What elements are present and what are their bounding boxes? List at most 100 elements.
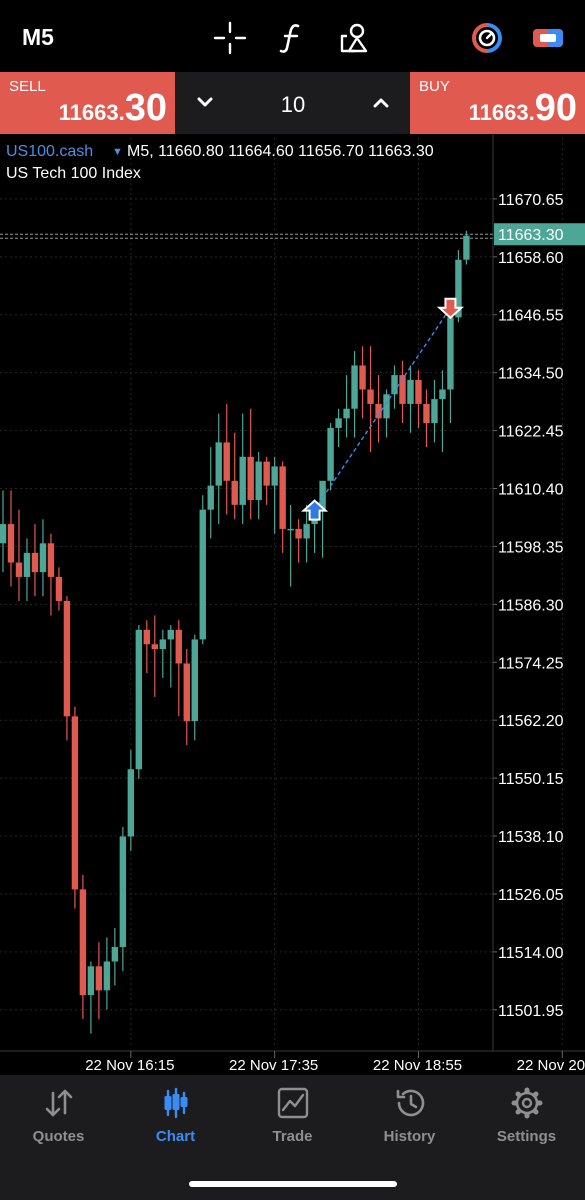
candle-body <box>439 389 446 400</box>
candle-body <box>423 403 430 424</box>
candle-body <box>351 365 358 409</box>
candle-body <box>7 524 15 563</box>
one-click-trading-icon[interactable] <box>467 18 507 58</box>
candle <box>151 615 159 698</box>
price-tick-label: 11562.20 <box>498 713 564 730</box>
price-axis: 11670.65 11658.60 11646.55 11634.50 11622.45… <box>492 134 585 1051</box>
candle <box>7 490 15 587</box>
chart-toolbar: M5 <box>0 0 585 72</box>
symbol-name[interactable]: US100.cash <box>6 143 93 160</box>
tab-history[interactable]: History <box>351 1085 468 1145</box>
buy-price-pips: 90 <box>534 87 577 129</box>
candle-body <box>55 576 63 601</box>
tab-chart[interactable]: Chart <box>117 1085 234 1145</box>
candle <box>175 620 182 717</box>
sell-label: SELL <box>9 78 46 95</box>
price-tick-label: 11598.35 <box>498 539 564 556</box>
tab-label: Chart <box>155 1128 196 1145</box>
candle-body <box>295 528 302 539</box>
settings-icon <box>511 1087 542 1119</box>
candle <box>431 379 438 443</box>
symbol-dropdown-icon[interactable]: ▼ <box>112 146 123 158</box>
candle <box>351 351 358 438</box>
candle <box>39 519 47 597</box>
tab-label: Trade <box>272 1128 313 1145</box>
buy-button[interactable]: BUY 11663.90 <box>410 72 585 134</box>
candle <box>143 620 151 674</box>
tab-quotes[interactable]: Quotes <box>0 1085 117 1145</box>
candle-body <box>135 629 143 770</box>
candle <box>95 942 103 1020</box>
candle <box>263 456 270 505</box>
candle-body <box>47 543 55 577</box>
candle-body <box>95 966 103 991</box>
price-tick-label: 11501.95 <box>498 1003 564 1020</box>
candle-body <box>31 552 39 573</box>
candle-body <box>127 769 135 837</box>
tab-label: History <box>383 1128 436 1145</box>
indicators-icon[interactable] <box>273 18 313 58</box>
candle-body <box>111 947 119 962</box>
candle <box>279 461 286 553</box>
candle <box>343 375 350 438</box>
candle <box>415 370 422 428</box>
history-icon <box>396 1089 424 1117</box>
candle <box>135 625 143 779</box>
buy-label: BUY <box>419 78 450 95</box>
sell-button[interactable]: SELL 11663.30 <box>0 72 175 134</box>
ohlc-header: M5, 11660.80 11664.60 11656.70 11663.30 <box>127 143 434 160</box>
candle <box>31 524 39 597</box>
trade-icon <box>277 1087 308 1119</box>
symbol-description: US Tech 100 Index <box>6 165 141 182</box>
volume-decrease-icon[interactable] <box>190 88 220 118</box>
candle-body <box>199 509 206 640</box>
candle <box>439 370 446 452</box>
candle-body <box>215 442 222 486</box>
candle <box>207 447 214 539</box>
volume-field[interactable]: 10 <box>270 92 316 118</box>
candle-body <box>407 379 414 404</box>
objects-icon[interactable] <box>335 18 375 58</box>
tab-settings[interactable]: Settings <box>468 1085 585 1145</box>
candle-body <box>167 629 174 640</box>
candle <box>231 432 238 520</box>
candle <box>23 538 31 601</box>
candle-body <box>119 836 127 948</box>
candle <box>375 375 382 443</box>
crosshair-icon[interactable] <box>210 18 250 58</box>
candle-body <box>191 639 198 722</box>
price-tick-label: 11646.55 <box>498 308 564 325</box>
candle-body <box>0 524 7 544</box>
timeframe-selector[interactable]: M5 <box>22 24 54 51</box>
order-icon[interactable] <box>528 18 568 58</box>
candle-body <box>87 966 95 996</box>
time-tick-label: 22 Nov 16:15 <box>85 1057 174 1074</box>
price-tick-label: 11658.60 <box>498 250 564 267</box>
candle-body <box>463 235 470 260</box>
candle <box>255 451 262 520</box>
candle <box>199 495 206 645</box>
candles <box>0 230 470 1034</box>
tab-trade[interactable]: Trade <box>234 1085 351 1145</box>
candle <box>167 625 174 688</box>
candle <box>103 937 111 1010</box>
candle <box>247 408 254 520</box>
candle <box>287 504 294 587</box>
candle-body <box>335 418 342 428</box>
price-chart[interactable]: 11670.65 11658.60 11646.55 11634.50 11622.45… <box>0 134 585 1075</box>
candle-body <box>303 524 310 539</box>
candle <box>191 634 198 741</box>
candle-body <box>159 639 166 650</box>
candle-body <box>15 562 23 577</box>
volume-increase-icon[interactable] <box>366 88 396 118</box>
sell-price-main: 11663. <box>58 100 125 125</box>
current-price-label: 11663.30 <box>498 227 564 244</box>
candle <box>183 649 190 746</box>
candle-body <box>359 365 366 390</box>
price-tick-label: 11610.40 <box>498 482 564 499</box>
time-tick-label: 22 Nov 18:55 <box>373 1057 462 1074</box>
tab-label: Quotes <box>32 1128 85 1145</box>
candle <box>423 389 430 448</box>
candle-body <box>223 442 230 481</box>
candle-body <box>39 543 47 573</box>
